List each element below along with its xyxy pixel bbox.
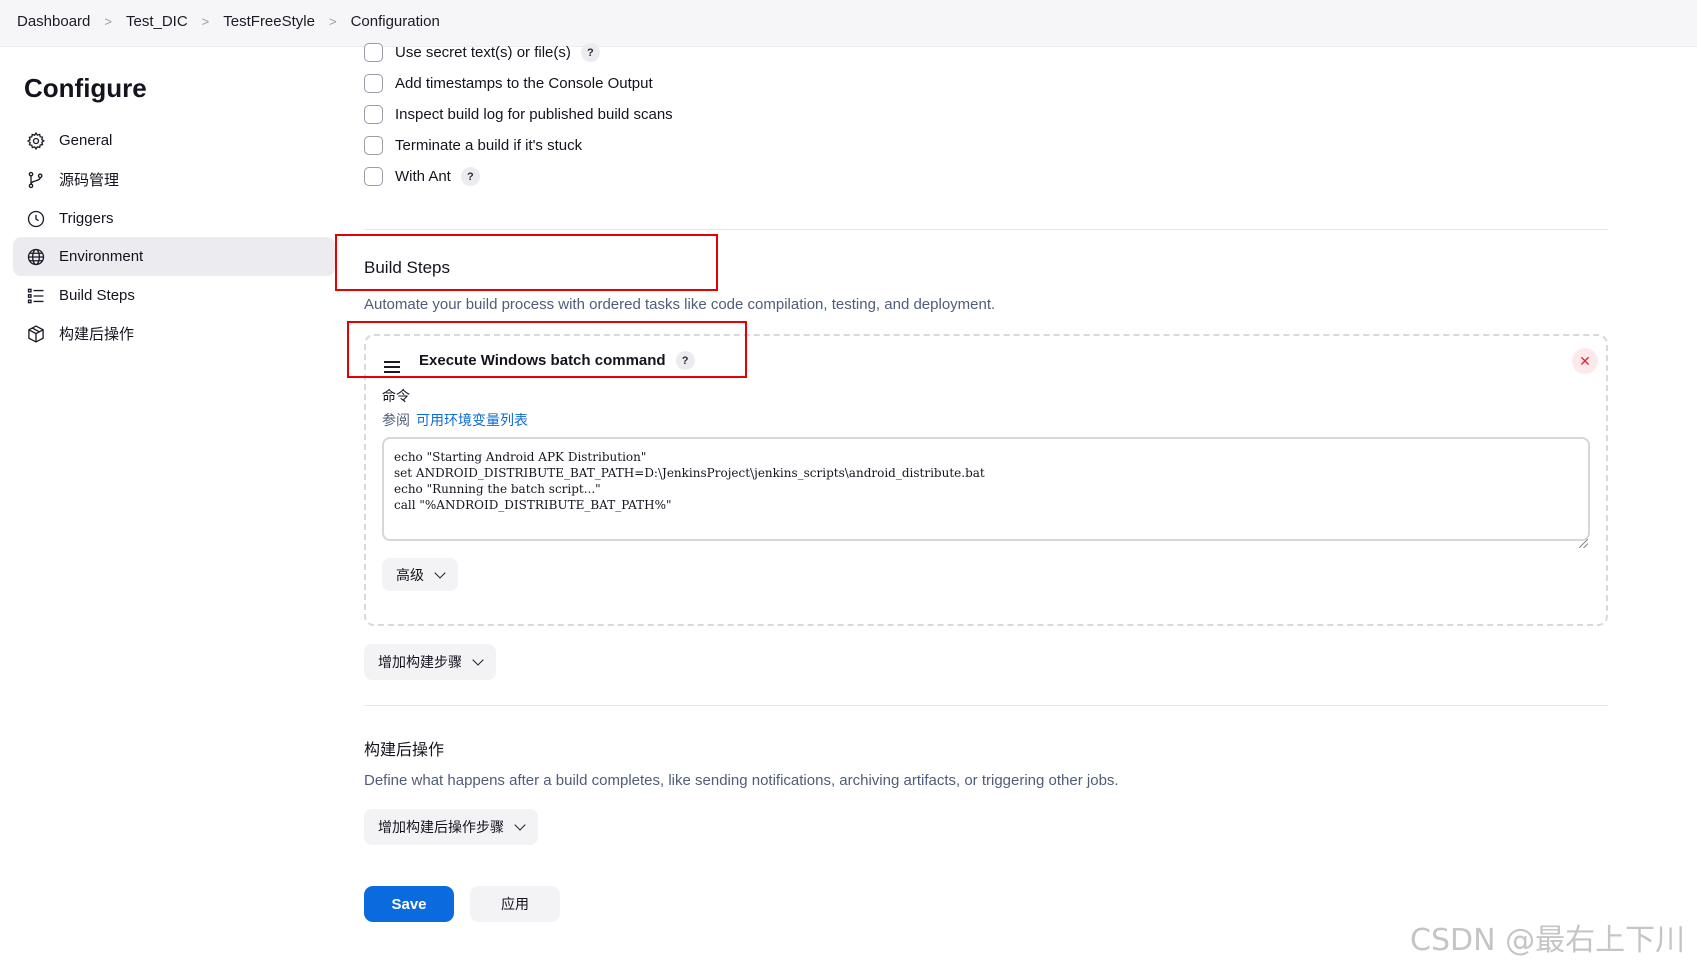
see-also-text: 参阅 可用环境变量列表: [382, 410, 528, 430]
option-label: Inspect build log for published build sc…: [395, 106, 673, 123]
sidebar-item-label: Environment: [59, 248, 144, 265]
sidebar-item-build-steps[interactable]: Build Steps: [13, 276, 335, 315]
package-icon: [25, 323, 47, 345]
checkbox[interactable]: [364, 105, 383, 124]
sidebar-item-source-control[interactable]: 源码管理: [13, 160, 335, 199]
add-build-step-label: 增加构建步骤: [378, 654, 462, 670]
see-also-prefix: 参阅: [382, 412, 410, 428]
build-step-header: Execute Windows batch command ?: [419, 351, 695, 370]
option-label: Add timestamps to the Console Output: [395, 75, 653, 92]
checkbox[interactable]: [364, 136, 383, 155]
build-step-title: Execute Windows batch command: [419, 352, 666, 369]
option-timestamps: Add timestamps to the Console Output: [364, 74, 653, 93]
breadcrumb: Dashboard > Test_DIC > TestFreeStyle > C…: [17, 13, 440, 30]
advanced-button[interactable]: 高级: [382, 558, 458, 591]
drag-handle-icon[interactable]: [384, 361, 400, 376]
add-build-step-button[interactable]: 增加构建步骤: [364, 644, 496, 680]
sidebar-item-label: Triggers: [59, 210, 114, 227]
sidebar-item-environment[interactable]: Environment: [13, 237, 335, 276]
build-steps-title: Build Steps: [364, 258, 450, 277]
env-vars-link[interactable]: 可用环境变量列表: [416, 412, 528, 428]
option-label: Use secret text(s) or file(s): [395, 44, 571, 61]
option-inspect-build-log: Inspect build log for published build sc…: [364, 105, 673, 124]
chevron-down-icon: [514, 819, 526, 831]
sidebar-item-label: Build Steps: [59, 287, 135, 304]
advanced-label: 高级: [396, 566, 424, 583]
section-divider: [364, 229, 1608, 230]
apply-button[interactable]: 应用: [470, 886, 560, 922]
build-step-card: Execute Windows batch command ? ✕ 命令 参阅可…: [364, 334, 1608, 626]
sidebar-item-label: General: [59, 132, 113, 149]
sidebar-item-general[interactable]: General: [13, 121, 335, 160]
post-build-description: Define what happens after a build comple…: [364, 772, 1119, 789]
resize-grip-icon[interactable]: [1579, 539, 1588, 548]
delete-step-button[interactable]: ✕: [1572, 348, 1598, 374]
gear-icon: [25, 130, 47, 152]
chevron-down-icon: [472, 654, 484, 666]
clock-icon: [25, 208, 47, 230]
watermark: CSDN @最右上下川: [1410, 923, 1686, 958]
section-divider: [364, 705, 1608, 706]
breadcrumb-test-dic[interactable]: Test_DIC: [126, 13, 188, 30]
chevron-down-icon: [434, 566, 446, 579]
help-icon[interactable]: ?: [460, 167, 480, 186]
breadcrumb-testfreestyle[interactable]: TestFreeStyle: [223, 13, 315, 30]
option-with-ant: With Ant ?: [364, 167, 480, 186]
command-label: 命令: [382, 388, 410, 404]
globe-icon: [25, 246, 47, 268]
save-button[interactable]: Save: [364, 886, 454, 922]
list-icon: [25, 285, 47, 307]
checkbox[interactable]: [364, 43, 383, 62]
help-icon[interactable]: ?: [580, 43, 600, 62]
option-secret-text: Use secret text(s) or file(s) ?: [364, 43, 600, 62]
help-icon[interactable]: ?: [675, 351, 695, 370]
checkbox[interactable]: [364, 74, 383, 93]
breadcrumb-separator-icon: >: [201, 14, 210, 29]
option-label: With Ant: [395, 168, 451, 185]
sidebar-item-label: 构建后操作: [59, 326, 135, 343]
top-bar: Dashboard > Test_DIC > TestFreeStyle > C…: [0, 0, 1697, 47]
option-label: Terminate a build if it's stuck: [395, 137, 583, 154]
add-post-build-step-button[interactable]: 增加构建后操作步骤: [364, 809, 538, 845]
sidebar-item-triggers[interactable]: Triggers: [13, 199, 335, 238]
checkbox[interactable]: [364, 167, 383, 186]
option-terminate-stuck: Terminate a build if it's stuck: [364, 136, 582, 155]
add-post-build-label: 增加构建后操作步骤: [378, 819, 504, 835]
sidebar-item-post-build[interactable]: 构建后操作: [13, 314, 335, 353]
page-title: Configure: [24, 73, 147, 103]
command-textarea[interactable]: echo "Starting Android APK Distribution"…: [382, 437, 1590, 541]
breadcrumb-separator-icon: >: [104, 14, 112, 29]
build-steps-description: Automate your build process with ordered…: [364, 296, 996, 313]
post-build-title: 构建后操作: [364, 742, 445, 759]
breadcrumb-configuration[interactable]: Configuration: [351, 13, 440, 30]
breadcrumb-separator-icon: >: [328, 14, 337, 29]
breadcrumb-dashboard[interactable]: Dashboard: [17, 13, 90, 30]
sidebar-item-label: 源码管理: [59, 172, 120, 189]
branch-icon: [25, 169, 47, 191]
